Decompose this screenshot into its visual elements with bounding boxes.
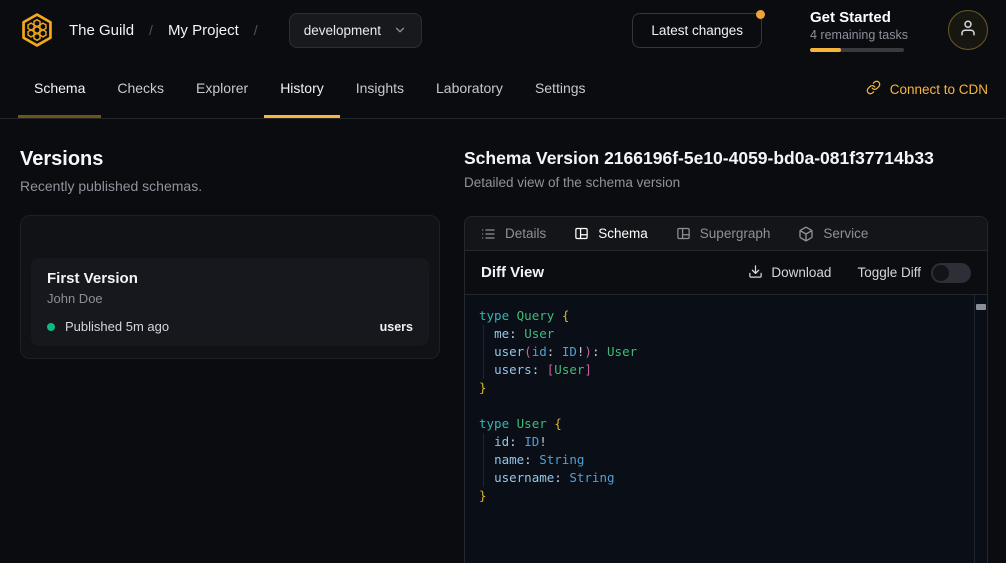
diff-view-title: Diff View: [481, 264, 544, 281]
list-icon: [480, 226, 496, 242]
schema-version-title: Schema Version 2166196f-5e10-4059-bd0a-0…: [464, 147, 988, 169]
latest-changes-label: Latest changes: [651, 23, 743, 38]
breadcrumb-separator: /: [254, 22, 258, 38]
code-line: }: [479, 487, 959, 505]
schema-code-viewer[interactable]: type Query { me: User user(id: ID!): Use…: [465, 295, 987, 563]
code-line: username: String: [479, 469, 959, 487]
columns-icon: [574, 226, 589, 241]
schema-version-section: Schema Version 2166196f-5e10-4059-bd0a-0…: [464, 147, 988, 563]
connect-to-cdn-link[interactable]: Connect to CDN: [866, 60, 988, 118]
code-scrollbar[interactable]: [974, 295, 987, 563]
get-started-subtitle: 4 remaining tasks: [810, 28, 904, 42]
toggle-diff-label: Toggle Diff: [857, 265, 921, 280]
panel-tab-supergraph[interactable]: Supergraph: [676, 226, 771, 241]
panel-tab-label: Service: [823, 226, 868, 241]
nav-tab-settings[interactable]: Settings: [519, 60, 602, 118]
version-status: Published 5m ago: [65, 319, 169, 334]
nav-tab-explorer[interactable]: Explorer: [180, 60, 264, 118]
breadcrumb-project[interactable]: My Project: [168, 22, 239, 39]
versions-list-card: First Version John Doe Published 5m ago …: [20, 215, 440, 359]
main-nav: Schema Checks Explorer History Insights …: [0, 60, 1006, 119]
scrollbar-thumb[interactable]: [976, 304, 986, 310]
target-select-value: development: [304, 23, 381, 38]
toggle-knob: [933, 265, 949, 281]
panel-tabs: Details Schema Supergraph: [465, 217, 987, 251]
nav-tab-laboratory[interactable]: Laboratory: [420, 60, 519, 118]
version-author: John Doe: [47, 291, 413, 306]
download-button[interactable]: Download: [748, 264, 831, 282]
get-started-widget[interactable]: Get Started 4 remaining tasks: [810, 9, 904, 52]
versions-title: Versions: [20, 147, 440, 171]
code-line: id: ID!: [479, 433, 959, 451]
latest-changes-button[interactable]: Latest changes: [632, 13, 762, 48]
user-icon: [959, 19, 977, 42]
hive-logo-icon[interactable]: [18, 11, 56, 49]
link-icon: [866, 80, 881, 98]
breadcrumb-org[interactable]: The Guild: [69, 22, 134, 39]
schema-version-subtitle: Detailed view of the schema version: [464, 175, 988, 190]
code-content: type Query { me: User user(id: ID!): Use…: [479, 307, 959, 505]
nav-tab-schema[interactable]: Schema: [18, 60, 101, 118]
columns-icon: [676, 226, 691, 241]
nav-tab-insights[interactable]: Insights: [340, 60, 420, 118]
published-status-dot: [47, 323, 55, 331]
nav-tab-history[interactable]: History: [264, 60, 340, 118]
code-line: user(id: ID!): User: [479, 343, 959, 361]
versions-section: Versions Recently published schemas. Fir…: [20, 147, 440, 563]
panel-tab-service[interactable]: Service: [798, 226, 868, 242]
notification-dot: [756, 10, 765, 19]
code-line: }: [479, 379, 959, 397]
target-select[interactable]: development: [289, 13, 422, 48]
app-header: The Guild / My Project / development Lat…: [0, 0, 1006, 60]
version-name: First Version: [47, 269, 413, 288]
panel-tab-label: Schema: [598, 226, 648, 241]
user-avatar[interactable]: [948, 10, 988, 50]
get-started-title: Get Started: [810, 9, 904, 26]
schema-version-panel: Details Schema Supergraph: [464, 216, 988, 563]
main-content: Versions Recently published schemas. Fir…: [0, 119, 1006, 563]
code-line: type Query {: [479, 307, 959, 325]
breadcrumb-separator: /: [149, 22, 153, 38]
chevron-down-icon: [393, 23, 407, 37]
box-icon: [798, 226, 814, 242]
nav-tab-checks[interactable]: Checks: [101, 60, 180, 118]
version-list-item[interactable]: First Version John Doe Published 5m ago …: [31, 258, 429, 346]
service-badge: users: [380, 320, 413, 334]
download-label: Download: [771, 265, 831, 280]
panel-tab-details[interactable]: Details: [480, 226, 546, 242]
code-line: name: String: [479, 451, 959, 469]
panel-tab-label: Supergraph: [700, 226, 771, 241]
code-line: [479, 397, 959, 415]
download-icon: [748, 264, 763, 282]
code-line: me: User: [479, 325, 959, 343]
progress-fill: [810, 48, 841, 52]
versions-subtitle: Recently published schemas.: [20, 178, 440, 194]
code-line: users: [User]: [479, 361, 959, 379]
connect-to-cdn-label: Connect to CDN: [890, 82, 988, 97]
code-line: type User {: [479, 415, 959, 433]
panel-tab-schema[interactable]: Schema: [574, 226, 648, 241]
progress-bar: [810, 48, 904, 52]
diff-view-header: Diff View Download Toggle Diff: [465, 251, 987, 295]
toggle-diff-switch[interactable]: [931, 263, 971, 283]
panel-tab-label: Details: [505, 226, 546, 241]
